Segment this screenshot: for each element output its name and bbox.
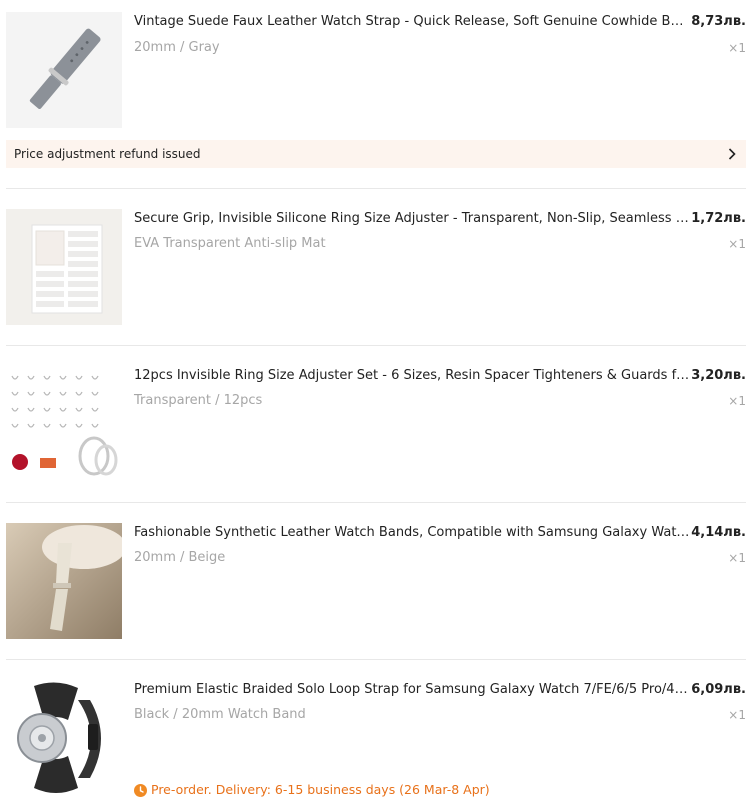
chevron-right-icon xyxy=(726,140,738,168)
order-item[interactable]: Premium Elastic Braided Solo Loop Strap … xyxy=(6,680,746,796)
preorder-delivery-notice: Pre-order. Delivery: 6-15 business days … xyxy=(134,782,490,798)
product-variant: Black / 20mm Watch Band xyxy=(134,707,306,722)
preorder-text: Pre-order. Delivery: 6-15 business days … xyxy=(151,782,490,797)
divider xyxy=(6,345,746,346)
product-image[interactable] xyxy=(6,680,122,796)
divider xyxy=(6,659,746,660)
notice-text: Price adjustment refund issued xyxy=(14,147,201,161)
black-braided-watch-strap-icon xyxy=(6,680,122,796)
ring-adjuster-set-icon xyxy=(6,366,122,482)
divider xyxy=(6,502,746,503)
product-title[interactable]: 12pcs Invisible Ring Size Adjuster Set -… xyxy=(134,368,690,384)
product-price: 3,20лв. xyxy=(691,368,746,383)
order-item[interactable]: Secure Grip, Invisible Silicone Ring Siz… xyxy=(6,209,746,325)
product-title[interactable]: Fashionable Synthetic Leather Watch Band… xyxy=(134,525,690,541)
product-price: 4,14лв. xyxy=(691,525,746,540)
product-price: 8,73лв. xyxy=(691,14,746,29)
product-title[interactable]: Vintage Suede Faux Leather Watch Strap -… xyxy=(134,14,690,30)
product-variant: EVA Transparent Anti-slip Mat xyxy=(134,236,326,251)
product-price: 6,09лв. xyxy=(691,682,746,697)
product-title[interactable]: Premium Elastic Braided Solo Loop Strap … xyxy=(134,682,690,698)
order-item[interactable]: Fashionable Synthetic Leather Watch Band… xyxy=(6,523,746,639)
order-item[interactable]: 12pcs Invisible Ring Size Adjuster Set -… xyxy=(6,366,746,482)
product-variant: 20mm / Gray xyxy=(134,40,220,55)
order-item[interactable]: Vintage Suede Faux Leather Watch Strap -… xyxy=(6,12,746,128)
product-variant: 20mm / Beige xyxy=(134,550,226,565)
divider xyxy=(6,188,746,189)
product-price: 1,72лв. xyxy=(691,211,746,226)
product-image[interactable] xyxy=(6,366,122,482)
price-adjustment-notice[interactable]: Price adjustment refund issued xyxy=(6,140,746,168)
beige-leather-watch-band-icon xyxy=(6,523,122,639)
product-quantity: ×1 xyxy=(728,237,746,251)
product-title[interactable]: Secure Grip, Invisible Silicone Ring Siz… xyxy=(134,211,690,227)
product-quantity: ×1 xyxy=(728,551,746,565)
product-quantity: ×1 xyxy=(728,41,746,55)
product-image[interactable] xyxy=(6,209,122,325)
product-image[interactable] xyxy=(6,12,122,128)
product-variant: Transparent / 12pcs xyxy=(134,393,263,408)
product-quantity: ×1 xyxy=(728,708,746,722)
clock-icon xyxy=(134,783,147,797)
gray-leather-watch-strap-icon xyxy=(6,12,122,128)
silicone-ring-adjuster-sheet-icon xyxy=(6,209,122,325)
product-quantity: ×1 xyxy=(728,394,746,408)
product-image[interactable] xyxy=(6,523,122,639)
